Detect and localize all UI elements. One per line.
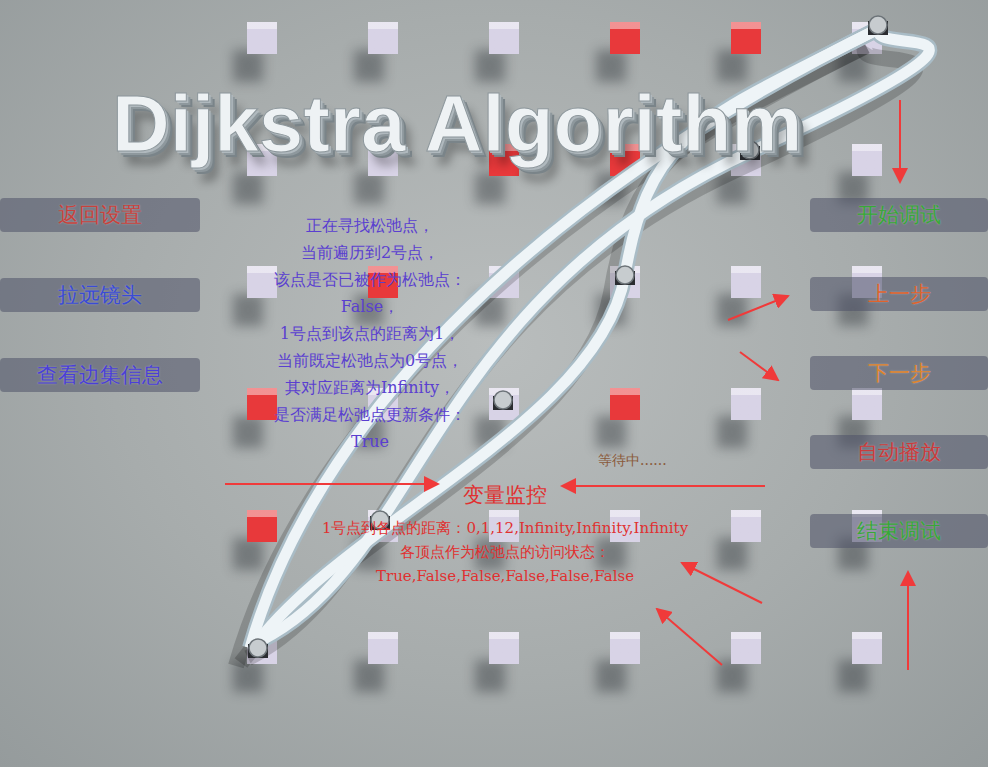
rail-joint (615, 266, 635, 285)
monitor-line: 1号点到各点的距离：0,1,12,Infinity,Infinity,Infin… (322, 516, 688, 540)
arrow-icon (657, 609, 722, 665)
debug-button[interactable]: 下一步 (810, 356, 988, 390)
node-cube (247, 510, 277, 542)
arrow-icon (225, 483, 438, 485)
node-cube (247, 22, 277, 54)
arrow-icon (562, 485, 765, 487)
node-cube (852, 388, 882, 420)
node-cube (731, 266, 761, 298)
rail-joint (248, 639, 268, 658)
node-cube (247, 388, 277, 420)
node-cube (852, 144, 882, 176)
node-cube (852, 632, 882, 664)
arrow-icon (740, 352, 778, 380)
node-cube (489, 22, 519, 54)
monitor-line: 各顶点作为松弛点的访问状态： (400, 540, 610, 564)
left-menu: 返回设置拉远镜头查看边集信息 (0, 198, 200, 392)
step-info-line: 其对应距离为Infinity， (285, 374, 455, 401)
debug-controls: 开始调试上一步下一步自动播放结束调试 (810, 198, 988, 548)
game-scene: Dijkstra Algorithm 返回设置拉远镜头查看边集信息 开始调试上一步下… (0, 0, 988, 767)
step-info-line: 当前遍历到2号点， (301, 239, 439, 266)
step-info-line: 1号点到该点的距离为1， (280, 320, 460, 347)
step-info-line: 正在寻找松弛点， (306, 212, 434, 239)
node-cube (610, 388, 640, 420)
variable-monitor: 变量监控 1号点到各点的距离：0,1,12,Infinity,Infinity,I… (230, 480, 780, 588)
node-cube (731, 510, 761, 542)
monitor-line: True,False,False,False,False,False (376, 564, 634, 588)
node-cube (731, 388, 761, 420)
node-cube (731, 632, 761, 664)
rail-joint (493, 391, 513, 410)
rail-joint (868, 16, 888, 35)
step-info-line: 该点是否已被作为松弛点： (274, 266, 466, 293)
node-cube (610, 22, 640, 54)
annotation-arrows (0, 0, 988, 767)
step-info-line: 当前既定松弛点为0号点， (277, 347, 463, 374)
arrow-icon (682, 563, 762, 603)
menu-button[interactable]: 返回设置 (0, 198, 200, 232)
node-cube (731, 22, 761, 54)
monitor-title: 变量监控 (463, 480, 547, 510)
step-info-line: False， (341, 293, 399, 320)
arrow-icon (907, 572, 909, 670)
node-cube (368, 22, 398, 54)
node-cube (247, 266, 277, 298)
arrow-icon (899, 100, 901, 182)
joint-ball (616, 266, 634, 284)
menu-button[interactable]: 拉远镜头 (0, 278, 200, 312)
game-title: Dijkstra Algorithm (112, 78, 802, 170)
joint-ball (249, 639, 267, 657)
debug-button[interactable]: 结束调试 (810, 514, 988, 548)
debug-button[interactable]: 自动播放 (810, 435, 988, 469)
node-cube (489, 632, 519, 664)
debug-button[interactable]: 上一步 (810, 277, 988, 311)
step-info: 正在寻找松弛点，当前遍历到2号点，该点是否已被作为松弛点：False，1号点到该… (200, 212, 540, 455)
debug-button[interactable]: 开始调试 (810, 198, 988, 232)
joint-ball (494, 391, 512, 409)
node-cube (610, 632, 640, 664)
joint-ball (869, 16, 887, 34)
node-cube (368, 632, 398, 664)
menu-button[interactable]: 查看边集信息 (0, 358, 200, 392)
step-info-line: True (351, 428, 389, 455)
step-info-line: 是否满足松弛点更新条件： (274, 401, 466, 428)
status-text: 等待中...... (598, 452, 667, 470)
arrow-icon (728, 296, 788, 320)
